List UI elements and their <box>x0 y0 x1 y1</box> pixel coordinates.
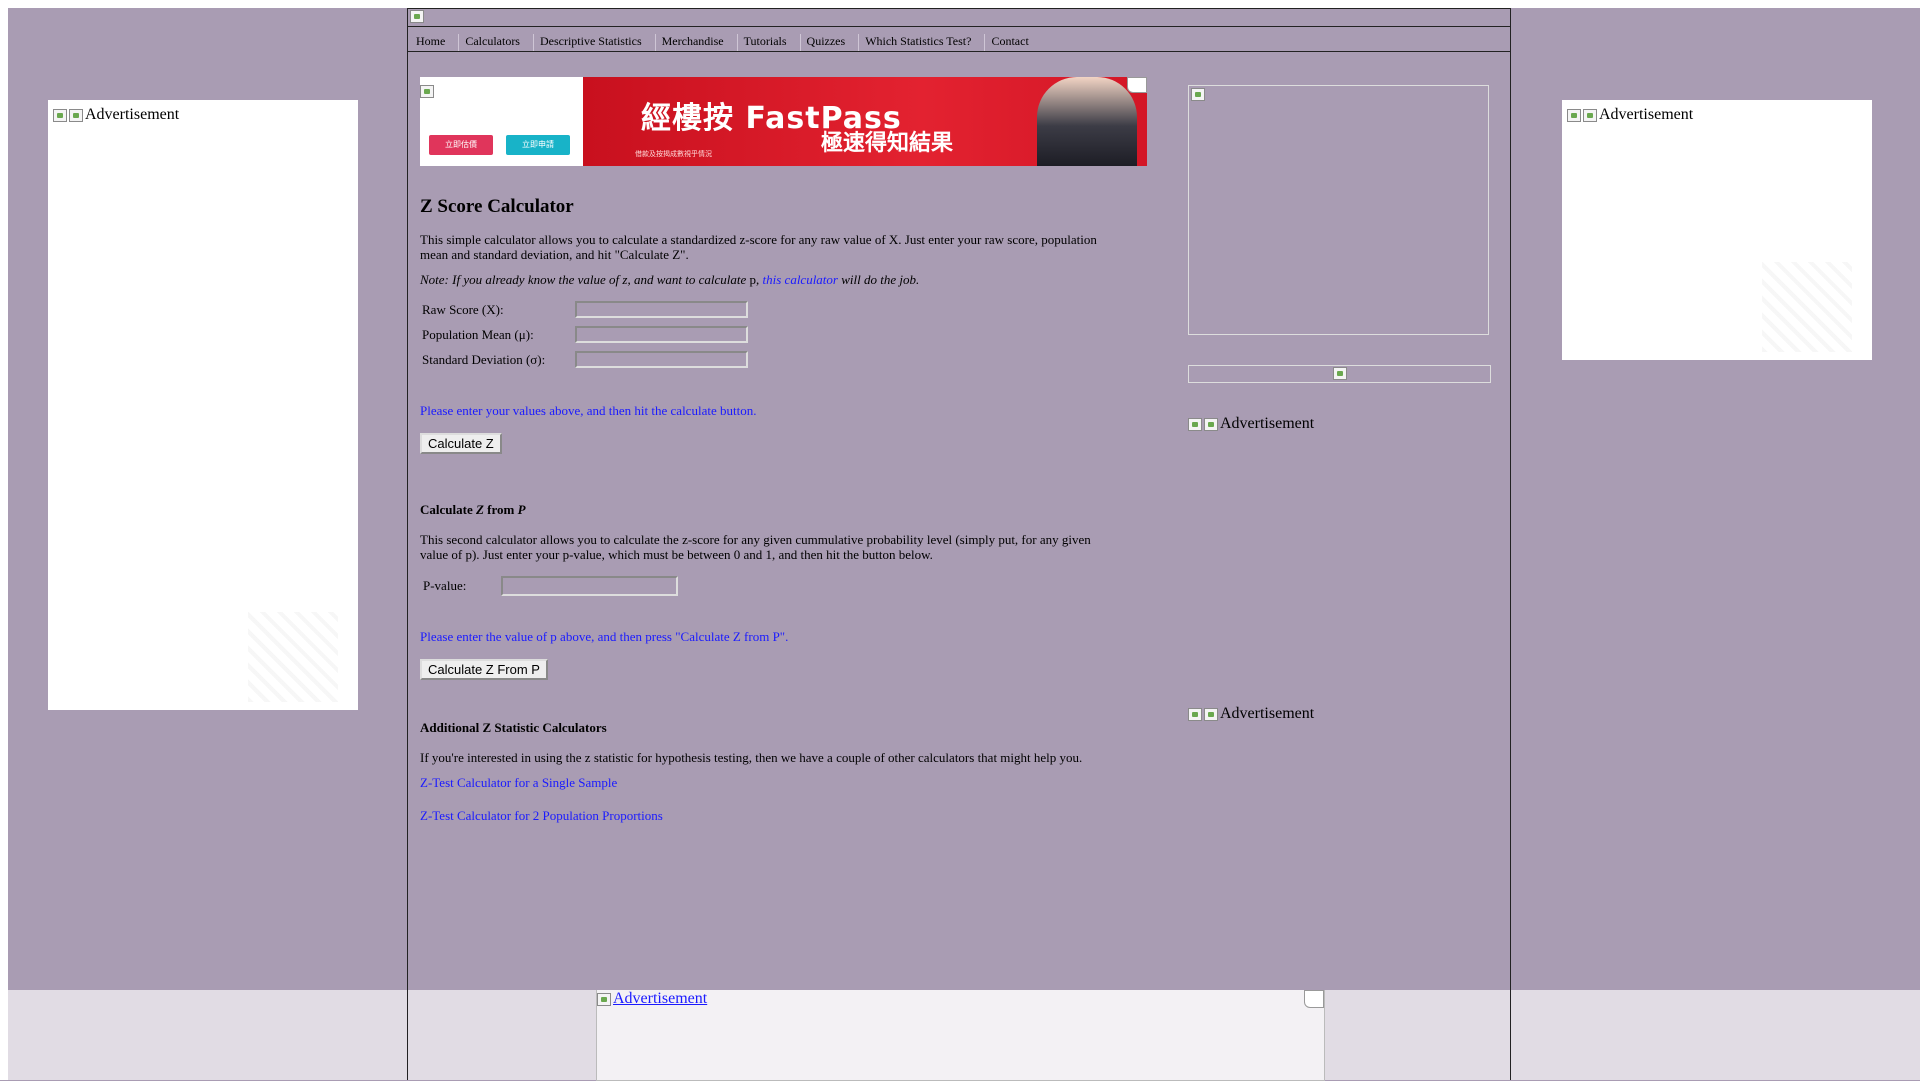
broken-image-icon <box>1204 417 1218 431</box>
additional-text: If you're interested in using the z stat… <box>420 750 1083 765</box>
z-result-message: Please enter your values above, and then… <box>420 403 757 418</box>
nav-calculators[interactable]: Calculators <box>458 34 533 51</box>
z-score-form: Raw Score (X): Population Mean (μ): Stan… <box>422 297 1150 372</box>
broken-image-icon <box>1567 108 1581 122</box>
close-ad-button[interactable] <box>1304 990 1324 1008</box>
sidebar-thin-banner[interactable] <box>1188 365 1491 383</box>
ad-button-apply[interactable]: 立即申請 <box>506 135 570 155</box>
this-calculator-link[interactable]: this calculator <box>763 272 838 287</box>
broken-image-icon <box>1204 707 1218 721</box>
broken-image-icon <box>597 992 611 1006</box>
sidebar-ad-1[interactable]: Advertisement <box>1188 415 1491 433</box>
calculate-z-button[interactable]: Calculate Z <box>420 433 502 454</box>
ad-label: Advertisement <box>1220 415 1315 432</box>
form-row: Population Mean (μ): <box>422 322 1150 347</box>
p-value-row: P-value: <box>423 574 1150 598</box>
ad-fine-print: 借款及按揭成數視乎情況 <box>635 150 712 158</box>
nav-tutorials[interactable]: Tutorials <box>736 34 800 51</box>
population-mean-label: Population Mean (μ): <box>422 326 534 342</box>
note-text: Note: If you already know the value of z… <box>420 272 920 287</box>
sidebar-ad-2[interactable]: Advertisement <box>1188 705 1491 723</box>
calculate-z-from-p-button[interactable]: Calculate Z From P <box>420 659 548 680</box>
z-test-single-sample-link[interactable]: Z-Test Calculator for a Single Sample <box>420 775 1150 791</box>
left-edge <box>0 0 8 1080</box>
ad-label: Advertisement <box>1220 705 1315 722</box>
population-mean-input[interactable] <box>575 326 748 343</box>
right-side-ad[interactable]: Advertisement <box>1562 100 1872 360</box>
bottom-ad-frame[interactable]: Advertisement <box>596 990 1325 1081</box>
top-edge <box>0 0 1920 8</box>
nav-descriptive-statistics[interactable]: Descriptive Statistics <box>532 34 655 51</box>
broken-image-icon <box>1583 108 1597 122</box>
p-value-label: P-value: <box>423 578 467 593</box>
ad-watermark <box>248 612 338 702</box>
z-test-two-proportions-link[interactable]: Z-Test Calculator for 2 Population Propo… <box>420 808 1150 824</box>
main-content: 立即估價 立即申請 經樓按 FastPass 極速得知結果 借款及按揭成數視乎情… <box>420 77 1150 841</box>
nav-quizzes[interactable]: Quizzes <box>799 34 859 51</box>
p-value-input[interactable] <box>501 576 678 596</box>
page-title: Z Score Calculator <box>420 196 574 217</box>
nav-merchandise[interactable]: Merchandise <box>654 34 737 51</box>
broken-image-icon <box>69 108 83 122</box>
broken-image-icon <box>53 108 67 122</box>
ad-label: Advertisement <box>85 106 180 123</box>
section-title-z-from-p: Calculate Z from P <box>420 502 526 517</box>
ad-subtitle: 極速得知結果 <box>821 131 954 156</box>
bottom-ad-link[interactable]: Advertisement <box>597 990 707 1008</box>
raw-score-label: Raw Score (X): <box>422 301 504 317</box>
broken-image-icon <box>420 85 434 98</box>
top-banner-ad[interactable]: 立即估價 立即申請 經樓按 FastPass 極速得知結果 借款及按揭成數視乎情… <box>420 77 1147 166</box>
nav-home[interactable]: Home <box>410 34 458 51</box>
site-banner[interactable] <box>408 8 1510 27</box>
nav-contact[interactable]: Contact <box>984 34 1041 51</box>
bottom-sticky-ad: Advertisement <box>0 990 1920 1081</box>
broken-image-icon <box>1191 88 1205 101</box>
section-title-additional: Additional Z Statistic Calculators <box>420 720 607 735</box>
ad-close-corner[interactable] <box>1127 77 1147 93</box>
left-side-ad[interactable]: Advertisement <box>48 100 358 710</box>
broken-image-icon <box>410 10 424 23</box>
p-result-message: Please enter the value of p above, and t… <box>420 629 789 644</box>
form-row: Raw Score (X): <box>422 297 1150 322</box>
standard-deviation-label: Standard Deviation (σ): <box>422 351 546 367</box>
ad-person-image <box>1037 77 1137 166</box>
standard-deviation-input[interactable] <box>575 351 748 368</box>
broken-image-icon <box>1188 417 1202 431</box>
broken-image-icon <box>1333 367 1347 380</box>
z-from-p-text: This second calculator allows you to cal… <box>420 532 1091 562</box>
raw-score-input[interactable] <box>575 301 748 318</box>
broken-image-icon <box>1188 707 1202 721</box>
ad-button-estimate[interactable]: 立即估價 <box>429 135 493 155</box>
nav-which-statistics-test[interactable]: Which Statistics Test? <box>858 34 984 51</box>
ad-watermark <box>1762 262 1852 352</box>
ad-label: Advertisement <box>1599 106 1694 123</box>
nav-bar: Home Calculators Descriptive Statistics … <box>408 27 1510 52</box>
form-row: Standard Deviation (σ): <box>422 347 1150 372</box>
intro-text: This simple calculator allows you to cal… <box>420 232 1097 262</box>
right-sidebar: Advertisement Advertisement <box>1188 85 1491 723</box>
sidebar-image-frame[interactable] <box>1188 85 1489 335</box>
main-column: Home Calculators Descriptive Statistics … <box>407 8 1511 1080</box>
